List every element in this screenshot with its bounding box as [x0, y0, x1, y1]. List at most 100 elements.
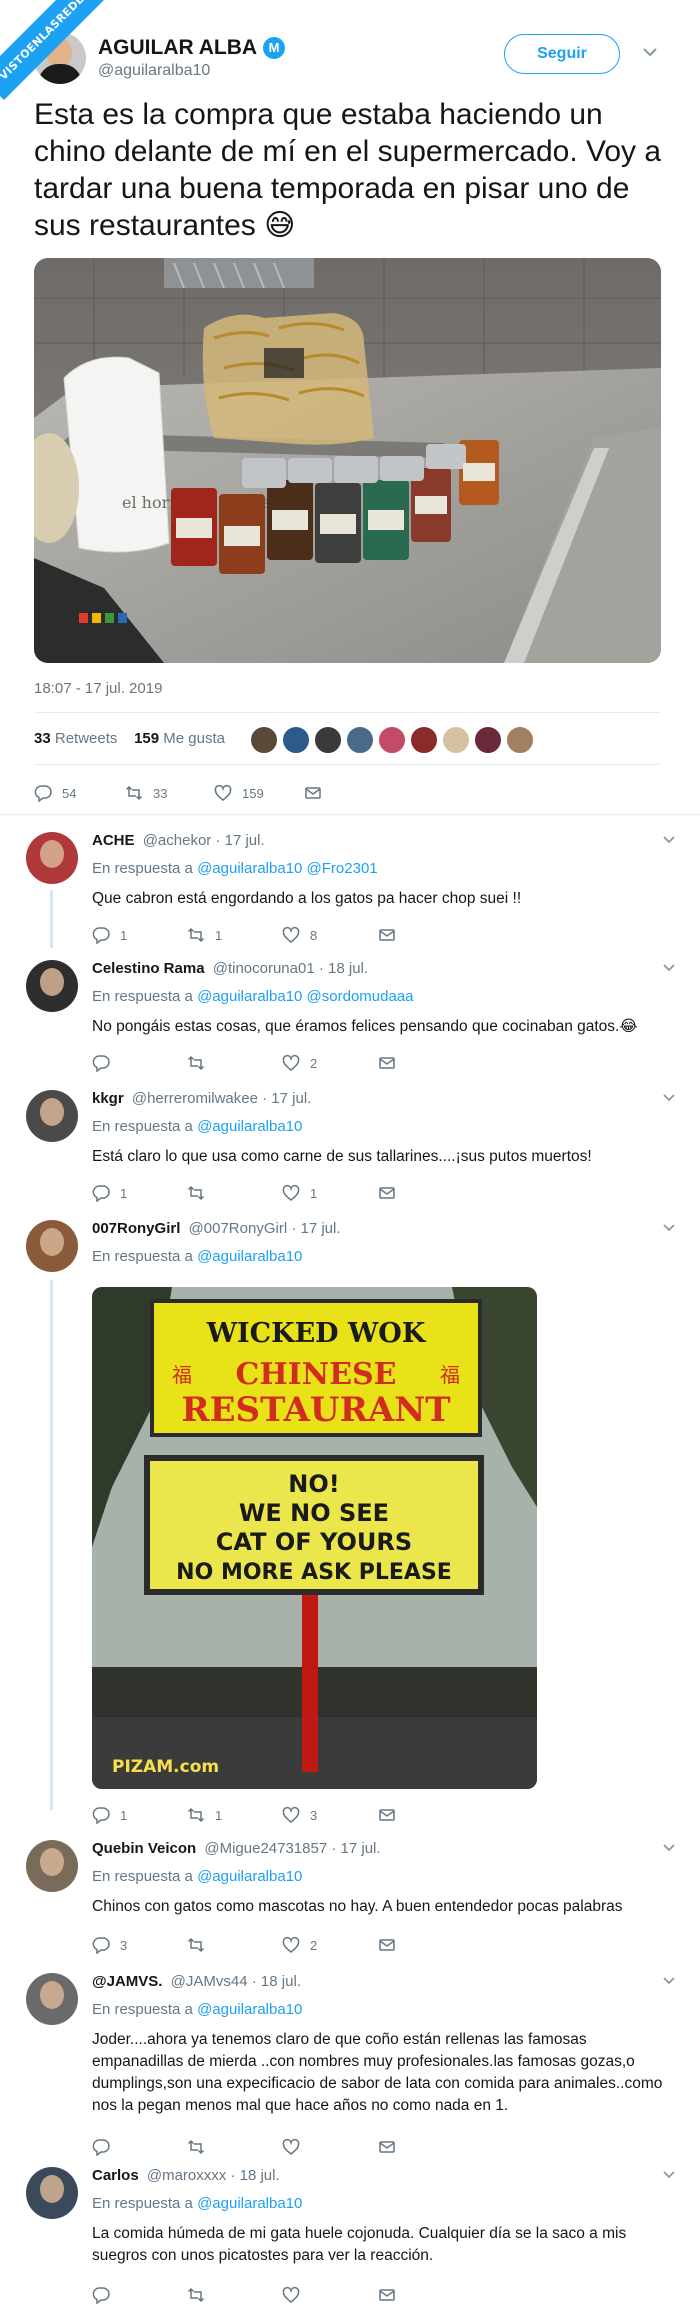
message-action[interactable] [378, 1183, 396, 1203]
retweet-action[interactable] [187, 2285, 215, 2305]
reply-action[interactable]: 1 [92, 1805, 127, 1825]
reply-date[interactable]: · 18 jul. [319, 960, 368, 977]
liker-avatar[interactable] [378, 726, 406, 754]
reply-author-handle[interactable]: @JAMvs44 [171, 1973, 248, 1990]
like-action[interactable]: 8 [282, 925, 317, 945]
author-handle[interactable]: @aguilaralba10 [98, 62, 210, 80]
mention-link[interactable]: @aguilaralba10 [197, 2001, 302, 2018]
retweet-action[interactable]: 1 [187, 925, 222, 945]
reply-action[interactable]: 54 [34, 783, 76, 803]
liker-avatar[interactable] [474, 726, 502, 754]
mention-link[interactable]: @aguilaralba10 [197, 1868, 302, 1885]
chevron-down-icon[interactable] [662, 1090, 676, 1104]
reply-avatar[interactable] [26, 960, 78, 1012]
message-action[interactable] [378, 1935, 396, 1955]
reply-avatar[interactable] [26, 2167, 78, 2219]
reply-author-name[interactable]: @JAMVS. [92, 1973, 162, 1990]
reply-date[interactable]: · 17 jul. [331, 1840, 380, 1857]
reply-date[interactable]: · 17 jul. [215, 832, 264, 849]
chevron-down-icon[interactable] [662, 2167, 676, 2181]
reply-author-handle[interactable]: @herreromilwakee [132, 1090, 258, 1107]
reply-action[interactable]: 1 [92, 1183, 127, 1203]
reply-avatar[interactable] [26, 1220, 78, 1272]
reply-avatar[interactable] [26, 1973, 78, 2025]
mention-link[interactable]: @aguilaralba10 [197, 1118, 302, 1135]
reply-action[interactable]: 3 [92, 1935, 127, 1955]
reply-date[interactable]: · 18 jul. [230, 2167, 279, 2184]
liker-avatar[interactable] [282, 726, 310, 754]
retweet-action[interactable]: 33 [125, 783, 167, 803]
reply-author-handle[interactable]: @maroxxxx [147, 2167, 226, 2184]
reply-author-name[interactable]: kkgr [92, 1090, 124, 1107]
reply-author-name[interactable]: Quebin Veicon [92, 1840, 196, 1857]
message-action[interactable] [378, 1053, 396, 1073]
liker-avatar[interactable] [410, 726, 438, 754]
thread-line [50, 890, 53, 948]
message-action[interactable] [378, 925, 396, 945]
reply-author-name[interactable]: 007RonyGirl [92, 1220, 180, 1237]
like-action[interactable]: 3 [282, 1805, 317, 1825]
chevron-down-icon[interactable] [662, 832, 676, 846]
tweet-photo[interactable]: el horno de Mercadona [34, 258, 661, 663]
author-name-text: AGUILAR ALBA [98, 36, 258, 59]
liker-avatar[interactable] [250, 726, 278, 754]
like-action[interactable]: 159 [214, 783, 264, 803]
chevron-down-icon[interactable] [640, 42, 660, 62]
liker-avatar[interactable] [346, 726, 374, 754]
reply-action[interactable]: 1 [92, 925, 127, 945]
liker-avatar[interactable] [314, 726, 342, 754]
mention-link[interactable]: @aguilaralba10 [197, 1248, 302, 1265]
reply-author-handle[interactable]: @tinocoruna01 [213, 960, 315, 977]
reply-header: Quebin Veicon @Migue24731857 · 17 jul. [92, 1840, 381, 1857]
mention-link[interactable]: @aguilaralba10 @sordomudaaa [197, 988, 413, 1005]
reply-avatar[interactable] [26, 1840, 78, 1892]
mention-link[interactable]: @aguilaralba10 @Fro2301 [197, 860, 378, 877]
sign-line-4: NO! [288, 1470, 339, 1498]
reply-avatar[interactable] [26, 832, 78, 884]
reply-author-name[interactable]: Celestino Rama [92, 960, 205, 977]
sign-line-7: NO MORE ASK PLEASE [176, 1560, 452, 1585]
reply-icon [92, 1185, 110, 1202]
reply-author-handle[interactable]: @Migue24731857 [204, 1840, 327, 1857]
avatar-face [40, 840, 64, 868]
retweet-action[interactable] [187, 1935, 215, 1955]
retweet-action[interactable]: 1 [187, 1805, 222, 1825]
like-action[interactable]: 1 [282, 1183, 317, 1203]
tweet-timestamp[interactable]: 18:07 - 17 jul. 2019 [34, 680, 162, 697]
mention-link[interactable]: @aguilaralba10 [197, 2195, 302, 2212]
like-action[interactable]: 2 [282, 1053, 317, 1073]
reply-author-handle[interactable]: @007RonyGirl [189, 1220, 288, 1237]
liker-avatar[interactable] [506, 726, 534, 754]
reply-avatar[interactable] [26, 1090, 78, 1142]
reply-author-handle[interactable]: @achekor [143, 832, 212, 849]
chevron-down-icon[interactable] [662, 1840, 676, 1854]
retweet-action[interactable] [187, 1183, 215, 1203]
reply-action[interactable] [92, 2285, 120, 2305]
retweets-stat[interactable]: 33 Retweets [34, 730, 117, 747]
reply-date[interactable]: · 18 jul. [252, 1973, 301, 1990]
likes-stat[interactable]: 159 Me gusta [134, 730, 225, 747]
reply-action[interactable] [92, 2137, 120, 2157]
message-action[interactable] [378, 2285, 396, 2305]
retweet-action[interactable] [187, 1053, 215, 1073]
envelope-icon [379, 1939, 395, 1951]
chevron-down-icon[interactable] [662, 1973, 676, 1987]
like-action[interactable]: 2 [282, 1935, 317, 1955]
reply-date[interactable]: · 17 jul. [262, 1090, 311, 1107]
message-action[interactable] [378, 2137, 396, 2157]
message-action[interactable] [378, 1805, 396, 1825]
like-action[interactable] [282, 2137, 310, 2157]
reply-date[interactable]: · 17 jul. [291, 1220, 340, 1237]
reply-author-name[interactable]: ACHE [92, 832, 135, 849]
reply-photo[interactable]: WICKED WOK 福 CHINESE 福 RESTAURANT NO! WE… [92, 1287, 537, 1789]
reply-author-name[interactable]: Carlos [92, 2167, 139, 2184]
reply-action[interactable] [92, 1053, 120, 1073]
message-action[interactable] [304, 783, 322, 803]
retweet-action[interactable] [187, 2137, 215, 2157]
follow-button[interactable]: Seguir [504, 34, 620, 74]
like-action[interactable] [282, 2285, 310, 2305]
liker-avatar[interactable] [442, 726, 470, 754]
chevron-down-icon[interactable] [662, 1220, 676, 1234]
chevron-down-icon[interactable] [662, 960, 676, 974]
author-name[interactable]: AGUILAR ALBA M [98, 36, 286, 60]
